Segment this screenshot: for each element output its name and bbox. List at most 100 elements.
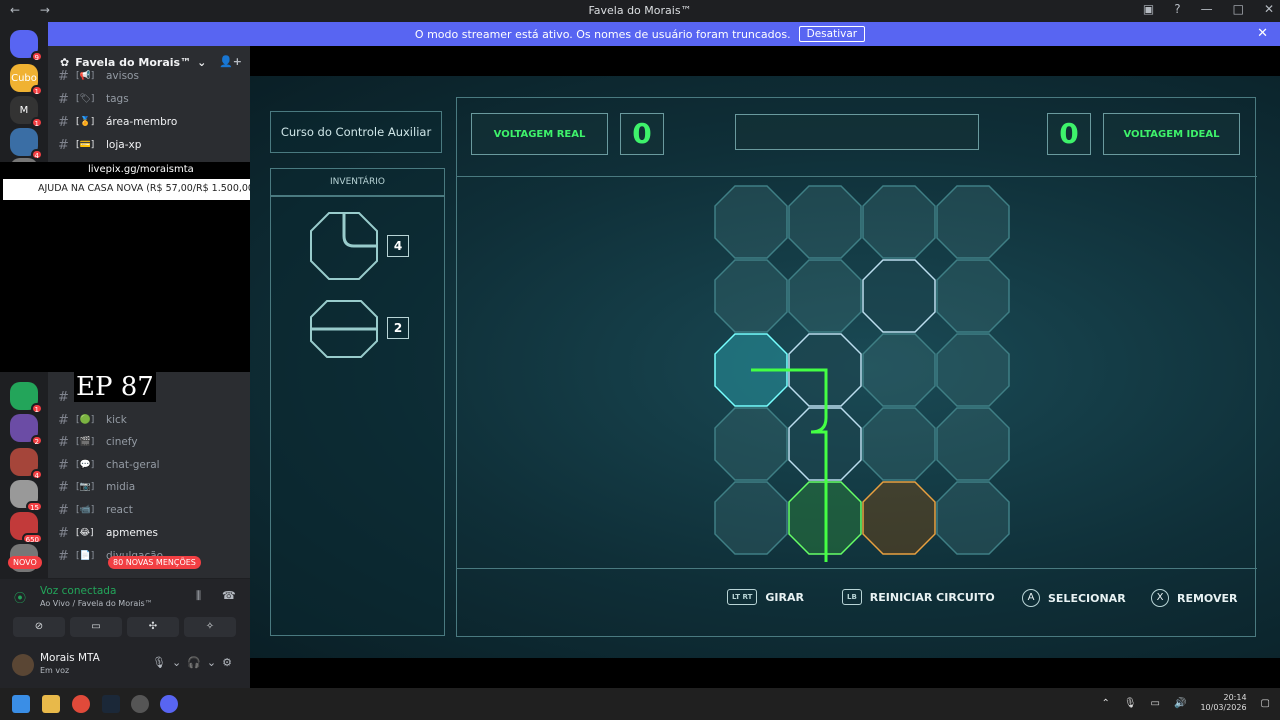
empty-slot-tile[interactable]: [714, 185, 788, 259]
livepix-link: livepix.gg/moraismta: [88, 164, 194, 175]
disconnect-icon[interactable]: ☎: [222, 589, 236, 602]
hash-icon: #: [58, 412, 69, 428]
empty-slot-tile[interactable]: [936, 481, 1010, 555]
hint-remove[interactable]: X REMOVER: [1151, 589, 1237, 607]
piece-curve-icon[interactable]: [309, 211, 379, 281]
volume-icon[interactable]: 🔊: [1174, 698, 1186, 709]
channel-item[interactable]: # [📹] react: [58, 500, 243, 520]
channel-emoji: [🏷]: [76, 94, 95, 104]
user-status: Em voz: [40, 666, 70, 675]
clock-date: 10/03/2026: [1200, 703, 1247, 712]
avatar[interactable]: [12, 654, 34, 676]
soundboard-button[interactable]: ✧: [184, 617, 236, 637]
channel-item[interactable]: # [📢] avisos: [58, 66, 243, 86]
explorer-icon[interactable]: [42, 695, 60, 713]
circuit-grid[interactable]: [711, 182, 1021, 562]
hash-icon: #: [58, 457, 69, 473]
clock[interactable]: 20:14 10/03/2026: [1200, 693, 1246, 713]
discord-icon[interactable]: [160, 695, 178, 713]
server-icon[interactable]: 2: [10, 414, 43, 446]
network-icon[interactable]: ▭: [1151, 698, 1160, 709]
title-bar: ← → Favela do Morais™ ▣ ? — □ ✕: [0, 0, 1280, 22]
activities-button[interactable]: ✣: [127, 617, 179, 637]
empty-slot-tile[interactable]: [862, 407, 936, 481]
channel-item[interactable]: # [🟢] kick: [58, 410, 243, 430]
empty-slot-tile[interactable]: [862, 185, 936, 259]
x-button-icon: X: [1151, 589, 1169, 607]
empty-slot-tile[interactable]: [936, 407, 1010, 481]
close-icon[interactable]: ✕: [1264, 2, 1274, 16]
user-controls[interactable]: 🎙⌄🎧⌄⚙: [152, 656, 238, 669]
mic-icon[interactable]: 🎙: [1124, 698, 1137, 709]
channel-name: chat-geral: [106, 459, 160, 471]
empty-slot-tile[interactable]: [936, 333, 1010, 407]
channel-item[interactable]: # [🏷] tags: [58, 89, 243, 109]
empty-slot-tile[interactable]: [714, 407, 788, 481]
mention-badge: 1: [30, 85, 43, 96]
server-icon[interactable]: 650: [10, 512, 43, 544]
voltage-ideal-label: VOLTAGEM IDEAL: [1103, 113, 1240, 155]
channel-item[interactable]: # [😂] apmemes: [58, 523, 243, 543]
mention-badge: 650: [21, 533, 43, 544]
app-icon[interactable]: [131, 695, 149, 713]
server-icon[interactable]: M1: [10, 96, 43, 128]
notifications-icon[interactable]: ▢: [1261, 698, 1270, 709]
help-icon[interactable]: ?: [1174, 2, 1180, 16]
empty-slot-tile[interactable]: [788, 185, 862, 259]
hint-label: REMOVER: [1177, 591, 1238, 605]
clock-time: 20:14: [1223, 693, 1247, 702]
server-icon[interactable]: Cubo 1: [10, 64, 43, 96]
inbox-icon[interactable]: ▣: [1143, 2, 1154, 16]
steam-icon[interactable]: [102, 695, 120, 713]
empty-slot-tile[interactable]: [714, 259, 788, 333]
channel-item[interactable]: # [💳] loja-xp: [58, 135, 243, 155]
server-icon[interactable]: 9: [10, 30, 43, 62]
new-pill[interactable]: NOVO: [8, 556, 42, 569]
channel-item[interactable]: # [🎬] cinefy: [58, 432, 243, 452]
hash-icon: #: [58, 434, 69, 450]
hint-reset[interactable]: LB REINICIAR CIRCUITO: [842, 589, 995, 605]
start-icon[interactable]: [12, 695, 30, 713]
noise-icon[interactable]: ⫼: [196, 589, 201, 603]
chevron-up-icon[interactable]: ⌃: [1101, 698, 1109, 709]
server-icon[interactable]: 4: [10, 128, 43, 160]
camera-button[interactable]: ⊘: [13, 617, 65, 637]
empty-slot-tile[interactable]: [862, 333, 936, 407]
circuit-tile[interactable]: [862, 259, 936, 333]
channel-name: midia: [106, 481, 136, 493]
empty-slot-tile[interactable]: [788, 259, 862, 333]
hash-icon: #: [58, 525, 69, 541]
inventory-header: INVENTÁRIO: [270, 168, 445, 196]
empty-slot-tile[interactable]: [936, 185, 1010, 259]
minimize-icon[interactable]: —: [1201, 2, 1213, 16]
server-icon[interactable]: 4: [10, 448, 43, 480]
signal-icon: ⦿: [14, 591, 27, 605]
screenshare-button[interactable]: ▭: [70, 617, 122, 637]
maximize-icon[interactable]: □: [1233, 2, 1244, 16]
inventory-count: 4: [387, 235, 409, 257]
mention-badge: 15: [26, 501, 43, 512]
piece-straight-icon[interactable]: [309, 299, 379, 359]
channel-item[interactable]: # [💬] chat-geral: [58, 455, 243, 475]
channel-item[interactable]: # [🏅] área-membro: [58, 112, 243, 132]
chrome-icon[interactable]: [72, 695, 90, 713]
channel-name: react: [106, 504, 133, 516]
disable-streamer-button[interactable]: Desativar: [798, 26, 866, 42]
hash-icon: #: [58, 68, 69, 84]
empty-slot-tile[interactable]: [936, 259, 1010, 333]
channel-emoji: [🏅]: [76, 117, 95, 127]
disabled-tile[interactable]: [862, 481, 936, 555]
control-hints: LT RT GIRAR LB REINICIAR CIRCUITO A SELECIO…: [457, 568, 1257, 638]
close-banner-icon[interactable]: ✕: [1257, 26, 1268, 41]
voice-channel[interactable]: Ao Vivo / Favela do Morais™: [40, 599, 153, 608]
hint-rotate[interactable]: LT RT GIRAR: [727, 589, 804, 605]
mentions-pill[interactable]: 80 NOVAS MENÇÕES: [108, 556, 201, 569]
channel-item[interactable]: # [📷] midia: [58, 477, 243, 497]
channel-emoji: [🎬]: [76, 437, 95, 447]
server-icon[interactable]: 15: [10, 480, 43, 512]
circuit-board-panel: VOLTAGEM REAL 0 0 VOLTAGEM IDEAL LT RT GI…: [456, 97, 1257, 638]
server-icon[interactable]: 1: [10, 382, 43, 414]
empty-slot-tile[interactable]: [714, 481, 788, 555]
hint-select[interactable]: A SELECIONAR: [1022, 589, 1126, 607]
hint-label: GIRAR: [765, 590, 804, 604]
